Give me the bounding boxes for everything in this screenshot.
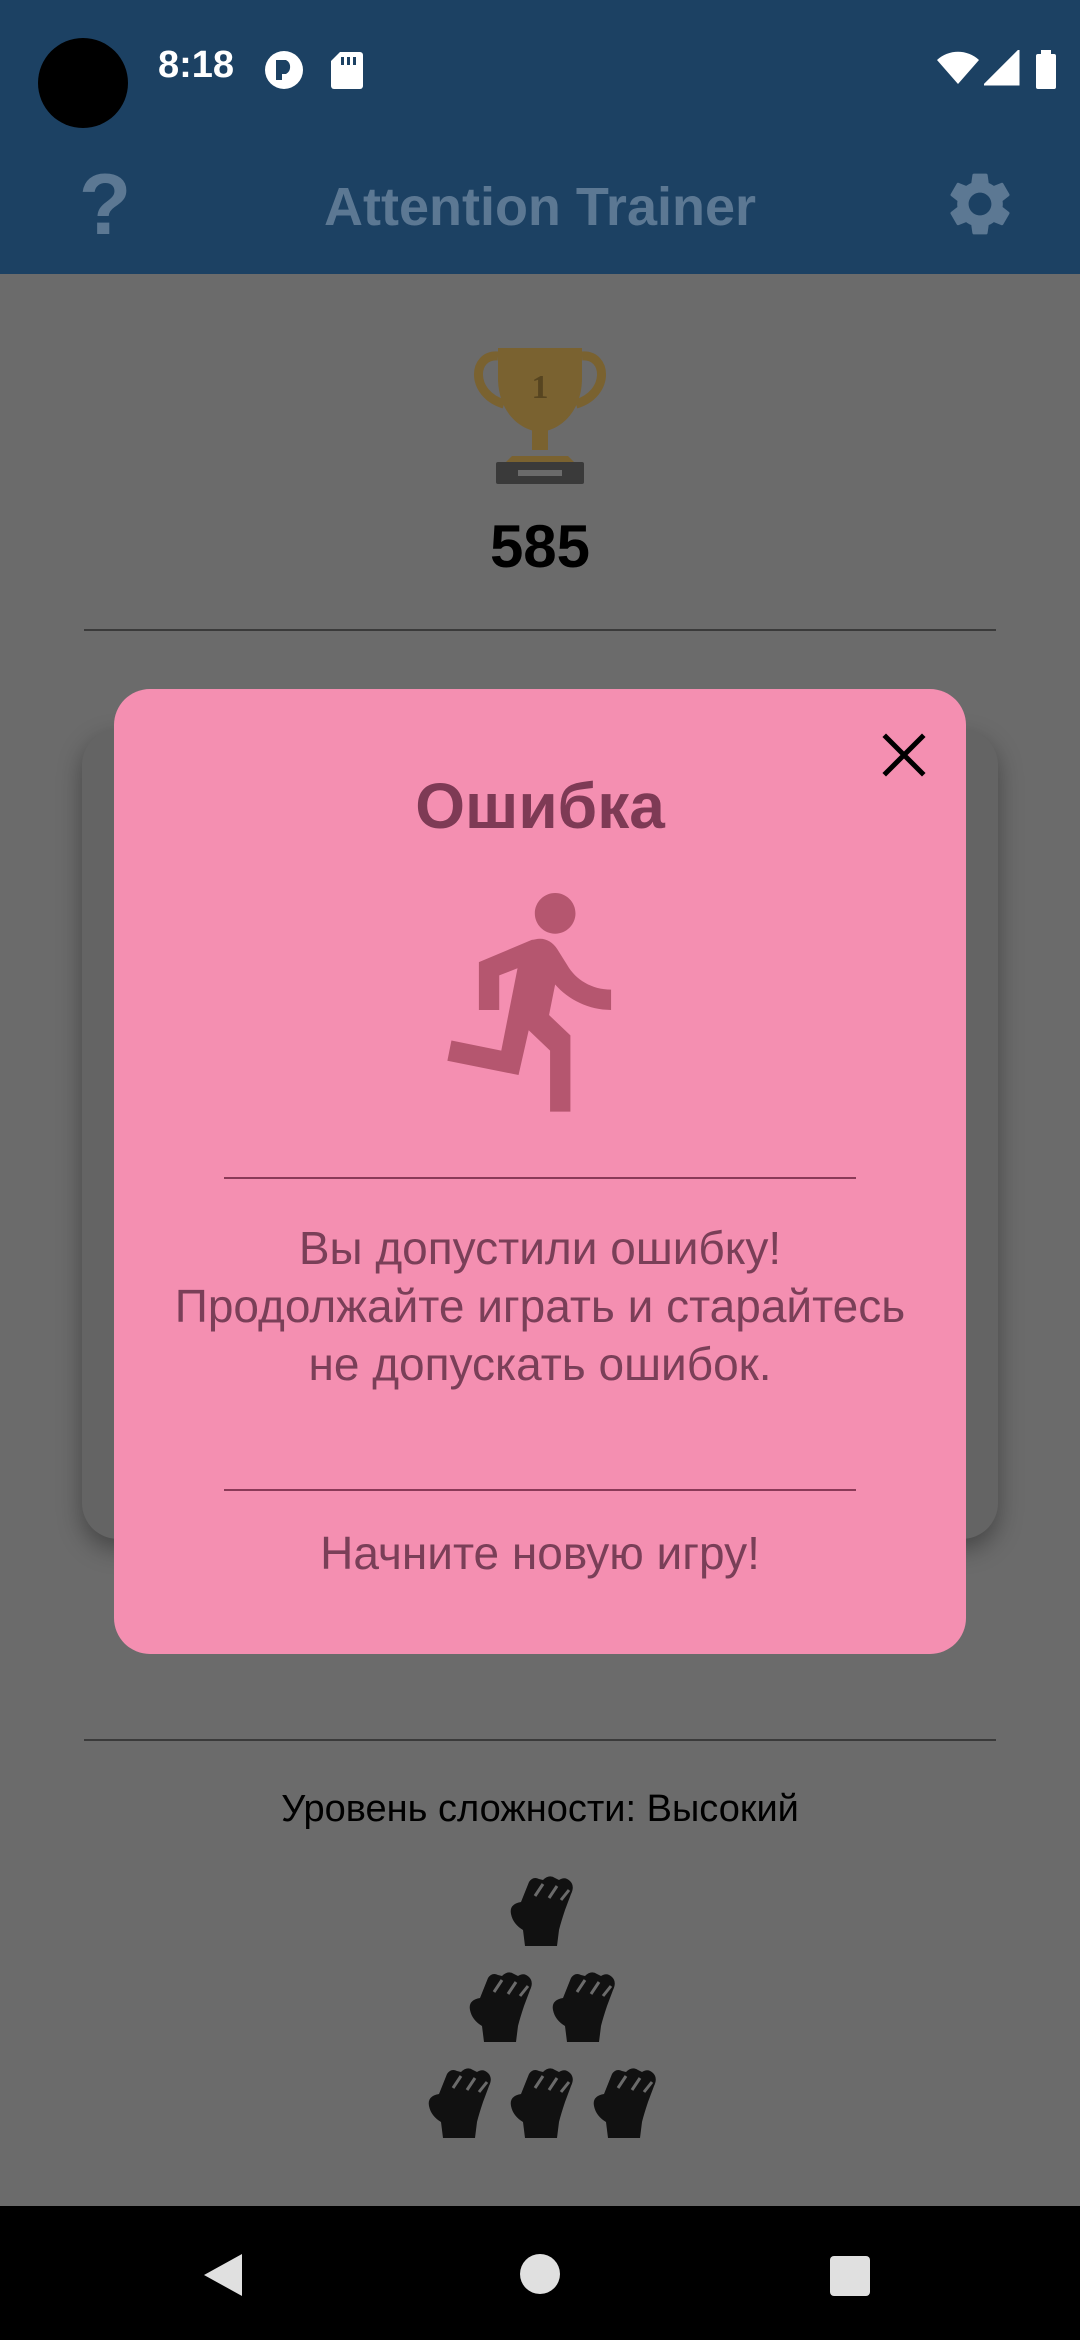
recents-icon[interactable]: [828, 2254, 872, 2298]
fist-icon: [469, 1972, 532, 2042]
app-bar: ? Attention Trainer: [0, 138, 1080, 274]
fist-icon: [593, 2068, 656, 2138]
cellular-signal-icon: [984, 50, 1020, 86]
bottom-divider: [84, 1739, 996, 1741]
battery-icon: [1036, 50, 1056, 89]
wifi-icon: [937, 51, 979, 84]
top-divider: [84, 629, 996, 631]
fist-icon: [552, 1972, 615, 2042]
home-icon[interactable]: [518, 2252, 562, 2296]
difficulty-label: Уровень сложности: Высокий: [281, 1788, 799, 1830]
trophy-rank-label: 1: [532, 369, 549, 406]
trophy-icon: 1: [474, 348, 606, 484]
fist-icon: [510, 2068, 573, 2138]
running-person-icon: [447, 893, 612, 1112]
fist-icon: [428, 2068, 491, 2138]
navigation-bar: [0, 2206, 1080, 2340]
app-title: Attention Trainer: [323, 177, 757, 237]
error-dialog: Ошибка Вы допустили ошибку! Продолжайте …: [114, 689, 966, 1654]
dialog-message: Вы допустили ошибку! Продолжайте играть …: [174, 1222, 906, 1390]
dialog-divider-bottom: [224, 1489, 856, 1491]
dialog-footer: Начните новую игру!: [320, 1527, 760, 1579]
settings-gear-icon[interactable]: [942, 166, 1018, 242]
fist-icon: [510, 1876, 573, 1946]
status-time: 8:18: [158, 44, 235, 86]
back-icon[interactable]: [198, 2250, 246, 2300]
camera-cutout: [38, 38, 128, 128]
app-notification-icon: [265, 51, 303, 89]
dialog-title: Ошибка: [415, 770, 665, 842]
best-score: 585: [489, 513, 591, 580]
status-bar: 8:18: [0, 0, 1080, 138]
dialog-divider-top: [224, 1177, 856, 1179]
sd-card-icon: [331, 52, 363, 89]
